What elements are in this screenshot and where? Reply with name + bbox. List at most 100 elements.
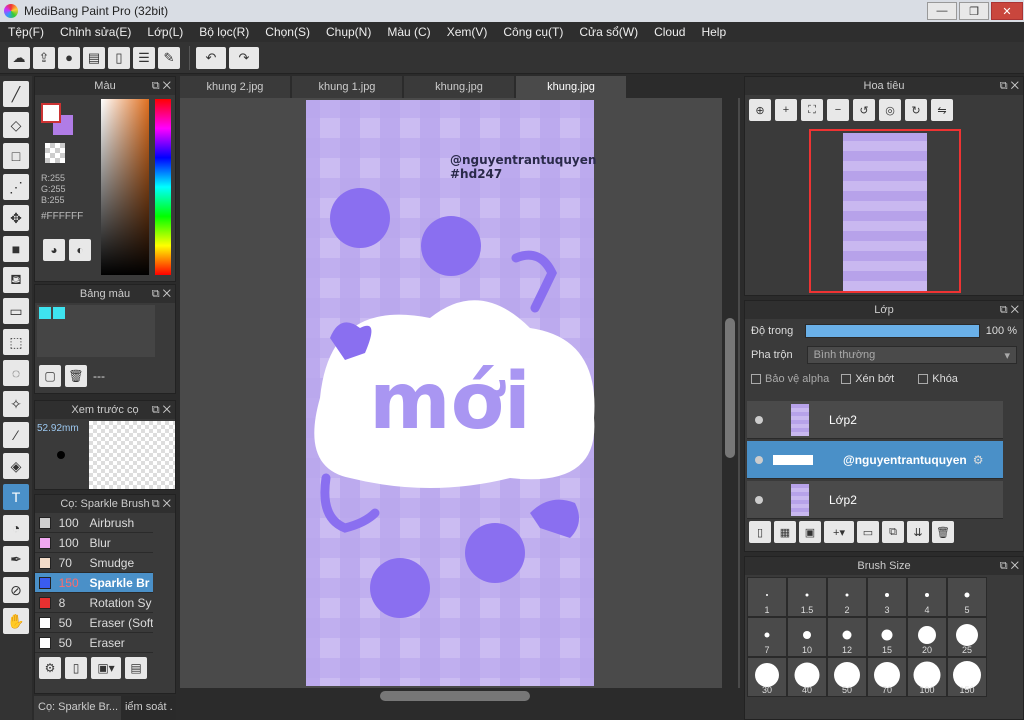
brush-size-cell[interactable]: 150 (947, 657, 987, 697)
scrollbar-thumb[interactable] (725, 318, 735, 458)
brush-size-cell[interactable]: 30 (747, 657, 787, 697)
delete-palette-icon[interactable]: 🗑 (65, 365, 87, 387)
eye-icon[interactable] (755, 455, 763, 464)
opacity-slider[interactable] (805, 324, 980, 338)
text-icon[interactable]: T (3, 484, 29, 510)
reset-icon[interactable]: ◎ (879, 99, 901, 121)
doc-tab-khung[interactable]: khung.jpg (404, 76, 514, 98)
select-fill-icon[interactable]: ◔ (3, 515, 29, 541)
page-list-icon[interactable]: ☰ (133, 46, 155, 69)
rectangle-icon[interactable]: □ (3, 143, 29, 169)
brush-size-cell[interactable]: 10 (787, 617, 827, 657)
scrollbar-thumb[interactable] (380, 691, 530, 701)
brush-menu-icon[interactable]: ▣▾ (91, 657, 121, 679)
gear-icon[interactable]: ⚙ (973, 453, 984, 467)
brush-settings-icon[interactable]: ▤ (125, 657, 147, 679)
rotate-left-icon[interactable]: ↺ (853, 99, 875, 121)
brush-size-cell[interactable]: 7 (747, 617, 787, 657)
menu-filter[interactable]: Bộ lọc(R) (191, 25, 257, 39)
menu-window[interactable]: Cửa sổ(W) (571, 25, 646, 39)
page-edit-icon[interactable]: ✎ (158, 46, 180, 69)
undo-icon[interactable]: ↶ (196, 46, 226, 69)
select-eraser-icon[interactable]: ◈ (3, 453, 29, 479)
brush-item-sparkle[interactable]: 150 Sparkle Br (35, 573, 153, 593)
new-1bit-layer-icon[interactable]: ▣ (799, 521, 821, 543)
zoom-in-icon[interactable]: + (775, 99, 797, 121)
eye-icon[interactable] (755, 415, 763, 424)
hue-slider[interactable] (155, 99, 171, 275)
artwork-canvas[interactable]: mới @nguyentrantuquyen #hd247 (180, 98, 740, 688)
brush-item-smudge[interactable]: 70 Smudge (35, 553, 153, 573)
menu-edit[interactable]: Chỉnh sửa(E) (52, 25, 139, 39)
comment-icon[interactable]: ● (58, 46, 80, 69)
select-pen-icon[interactable]: ⁄ (3, 422, 29, 448)
panel-buttons-icon[interactable]: ⧉ ✕ (1000, 557, 1019, 575)
eye-icon[interactable] (755, 495, 763, 504)
brush-size-cell[interactable]: 15 (867, 617, 907, 657)
pen-icon[interactable]: ✒ (3, 546, 29, 572)
add-brush-icon[interactable]: ⚙ (39, 657, 61, 679)
brush-item-rotation[interactable]: 8 Rotation Sy (35, 593, 153, 613)
panel-buttons-icon[interactable]: ⧉ ✕ (152, 401, 171, 419)
folder-icon[interactable]: ▭ (857, 521, 879, 543)
brush-size-cell[interactable]: 40 (787, 657, 827, 697)
magic-wand-icon[interactable]: ✧ (3, 391, 29, 417)
layer-item[interactable]: Lớp2 (747, 401, 1003, 439)
duplicate-layer-icon[interactable]: ⧉ (882, 521, 904, 543)
menu-file[interactable]: Tệp(F) (0, 25, 52, 39)
brush-size-cell[interactable]: 100 (907, 657, 947, 697)
protect-alpha-checkbox[interactable] (751, 374, 761, 384)
layer-item-selected[interactable]: @nguyentrantuquyen ⚙ (747, 441, 1003, 479)
add-layer-menu-icon[interactable]: +▾ (824, 521, 854, 543)
restore-button[interactable]: ❐ (959, 2, 989, 20)
select-rect-icon[interactable]: ⬚ (3, 329, 29, 355)
new-layer-icon[interactable]: ▯ (749, 521, 771, 543)
merge-layer-icon[interactable]: ⇊ (907, 521, 929, 543)
page-icon[interactable]: ▯ (108, 46, 130, 69)
zoom-out-icon[interactable]: − (827, 99, 849, 121)
brush-size-cell[interactable]: 3 (867, 577, 907, 617)
brush-size-cell[interactable]: 5 (947, 577, 987, 617)
brush-item-eraser[interactable]: 50 Eraser (35, 633, 153, 653)
fill-rect-icon[interactable]: ■ (3, 236, 29, 262)
brush-size-cell[interactable]: 25 (947, 617, 987, 657)
lasso-icon[interactable]: ◌ (3, 360, 29, 386)
new-brush-icon[interactable]: ▯ (65, 657, 87, 679)
panel-buttons-icon[interactable]: ⧉ ✕ (1000, 301, 1019, 319)
fit-icon[interactable]: ⛶ (801, 99, 823, 121)
tab-control[interactable]: iểm soát . (121, 696, 176, 720)
menu-color[interactable]: Màu (C) (379, 25, 438, 39)
menu-help[interactable]: Help (693, 25, 734, 39)
clipping-checkbox[interactable] (841, 374, 852, 384)
close-button[interactable]: ✕ (991, 2, 1023, 20)
eyedropper-icon[interactable]: ⊘ (3, 577, 29, 603)
brush-icon[interactable]: ╱ (3, 81, 29, 107)
redo-icon[interactable]: ↷ (229, 46, 259, 69)
brush-item-blur[interactable]: 100 Blur (35, 533, 153, 553)
brush-item-airbrush[interactable]: 100 Airbrush (35, 513, 153, 533)
panel-buttons-icon[interactable]: ⧉ ✕ (152, 495, 171, 513)
brush-item-eraser-soft[interactable]: 50 Eraser (Soft (35, 613, 153, 633)
navigator-view[interactable] (809, 129, 961, 293)
hand-icon[interactable]: ✋ (3, 608, 29, 634)
flip-icon[interactable]: ⇋ (931, 99, 953, 121)
add-palette-icon[interactable]: ▢ (39, 365, 61, 387)
brush-size-cell[interactable]: 1.5 (787, 577, 827, 617)
upload-icon[interactable]: ⇪ (33, 46, 55, 69)
menu-capture[interactable]: Chụp(N) (318, 25, 379, 39)
trash-icon[interactable]: 🗑 (932, 521, 954, 543)
minimize-button[interactable]: — (927, 2, 957, 20)
brush-size-cell[interactable]: 70 (867, 657, 907, 697)
eraser-icon[interactable]: ◇ (3, 112, 29, 138)
move-icon[interactable]: ✥ (3, 205, 29, 231)
zoom-actual-icon[interactable]: ⊕ (749, 99, 771, 121)
brush-size-cell[interactable]: 12 (827, 617, 867, 657)
color-picker-icon[interactable]: ◐ (69, 239, 91, 261)
brush-size-cell[interactable]: 20 (907, 617, 947, 657)
palette-swatch[interactable] (53, 307, 65, 319)
menu-tools[interactable]: Công cụ(T) (495, 25, 571, 39)
saturation-value-picker[interactable] (101, 99, 149, 275)
dot-icon[interactable]: ⋰ (3, 174, 29, 200)
panel-buttons-icon[interactable]: ⧉ ✕ (152, 285, 171, 303)
doc-tab-khung-active[interactable]: khung.jpg (516, 76, 626, 98)
